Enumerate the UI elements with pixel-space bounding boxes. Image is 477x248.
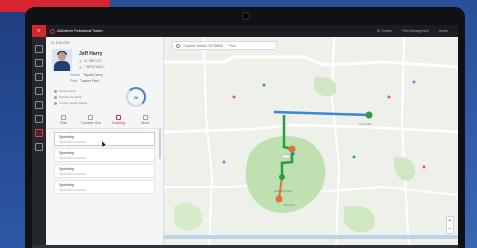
stop-marker[interactable] — [288, 145, 296, 153]
map-label: Garfield Park — [274, 189, 292, 193]
driver-panel: ID DRIVER Jeff Harry ID: 8857192 + 88767… — [46, 37, 164, 248]
search-icon — [176, 43, 180, 48]
status-area: Performance Vehicle Condition Current Ro… — [46, 83, 163, 113]
brand-logo-icon — [50, 28, 55, 34]
rail-dashboard-icon[interactable] — [35, 45, 43, 53]
rail-chart-icon[interactable] — [35, 87, 43, 95]
tab-plan[interactable]: Plan — [50, 113, 77, 128]
driver-name: Jeff Harry — [79, 51, 103, 57]
status-row: Current Route Status — [54, 101, 87, 105]
rail-settings-icon[interactable] — [35, 115, 43, 123]
app-title: AI&Internet Professional Tracker — [57, 29, 103, 33]
zoom-out-button[interactable]: − — [449, 226, 452, 232]
app-body: ID DRIVER Jeff Harry ID: 8857192 + 88767… — [32, 37, 458, 248]
stop-marker[interactable] — [275, 195, 283, 203]
plan-icon — [61, 115, 67, 120]
map-canvas[interactable] — [164, 37, 458, 248]
list-item[interactable]: Speeding Speed limit exceeded — [54, 164, 155, 178]
id-icon — [79, 59, 82, 63]
search-input[interactable]: Trucked Vehicle 33735658 — [183, 44, 223, 48]
status-row: Performance — [54, 89, 87, 93]
vehicle-search[interactable]: Trucked Vehicle 33735658 Plan — [172, 41, 277, 50]
avatar — [52, 49, 72, 71]
panel-header: ID DRIVER — [51, 41, 70, 45]
webcam-icon — [242, 12, 250, 20]
app-brand: AI&Internet Professional Tracker — [50, 28, 103, 34]
plan-button[interactable]: Plan — [229, 44, 236, 48]
tab-transfer[interactable]: Transfer Hub — [77, 113, 104, 128]
menu-item-admin[interactable]: Admin — [439, 29, 448, 33]
map-label: Orchard — [284, 203, 295, 207]
more-icon — [142, 115, 148, 120]
driver-profile: Jeff Harry ID: 8857192 + 8876793812 — [46, 45, 163, 71]
rail-list-icon[interactable] — [35, 59, 43, 67]
menu-icon[interactable]: ≡ — [32, 25, 46, 37]
driver-id: ID: 8857192 — [79, 59, 104, 63]
status-row: Vehicle Condition — [54, 95, 87, 99]
vehicle-marker[interactable] — [279, 174, 285, 180]
rail-alert-icon[interactable] — [35, 101, 43, 109]
tab-tracking[interactable]: Tracking — [105, 113, 132, 128]
score-gauge: 98 — [126, 87, 146, 107]
status-icon — [54, 89, 57, 93]
rail-route-icon[interactable] — [35, 73, 43, 81]
rail-help-icon[interactable] — [35, 143, 43, 151]
transfer-icon — [88, 115, 94, 120]
side-rail — [32, 37, 46, 248]
status-icon — [54, 101, 57, 105]
status-icon — [54, 95, 57, 99]
vehicle-marker[interactable] — [365, 111, 373, 119]
phone-icon — [79, 65, 82, 69]
map-label: Crest Hill — [359, 122, 372, 126]
map-view[interactable]: Garfield Park Orchard Crest Hill Trucked… — [164, 37, 458, 248]
menu-item-fleet[interactable]: Fleet Management — [402, 29, 429, 33]
tracking-icon — [115, 115, 121, 120]
titlebar: ≡ AI&Internet Professional Tracker ID: T… — [32, 25, 458, 37]
app-screen: ≡ AI&Internet Professional Tracker ID: T… — [32, 25, 458, 248]
list-item[interactable]: Speeding Speed limit exceeded — [54, 148, 155, 162]
menu-item-tracker[interactable]: ID: Tracker — [377, 29, 393, 33]
zoom-in-button[interactable]: + — [449, 218, 452, 224]
driver-phone: + 8876793812 — [79, 65, 104, 69]
panel-tabs: Plan Transfer Hub Tracking More — [46, 113, 163, 129]
tab-more[interactable]: More — [132, 113, 159, 128]
scrollbar[interactable] — [159, 129, 161, 159]
rail-driver-icon[interactable] — [35, 129, 43, 137]
zoom-control: + − — [446, 216, 454, 234]
list-item[interactable]: Speeding Speed limit exceeded — [54, 180, 155, 194]
activity-list: Speeding Speed limit exceeded Speeding S… — [46, 129, 163, 209]
